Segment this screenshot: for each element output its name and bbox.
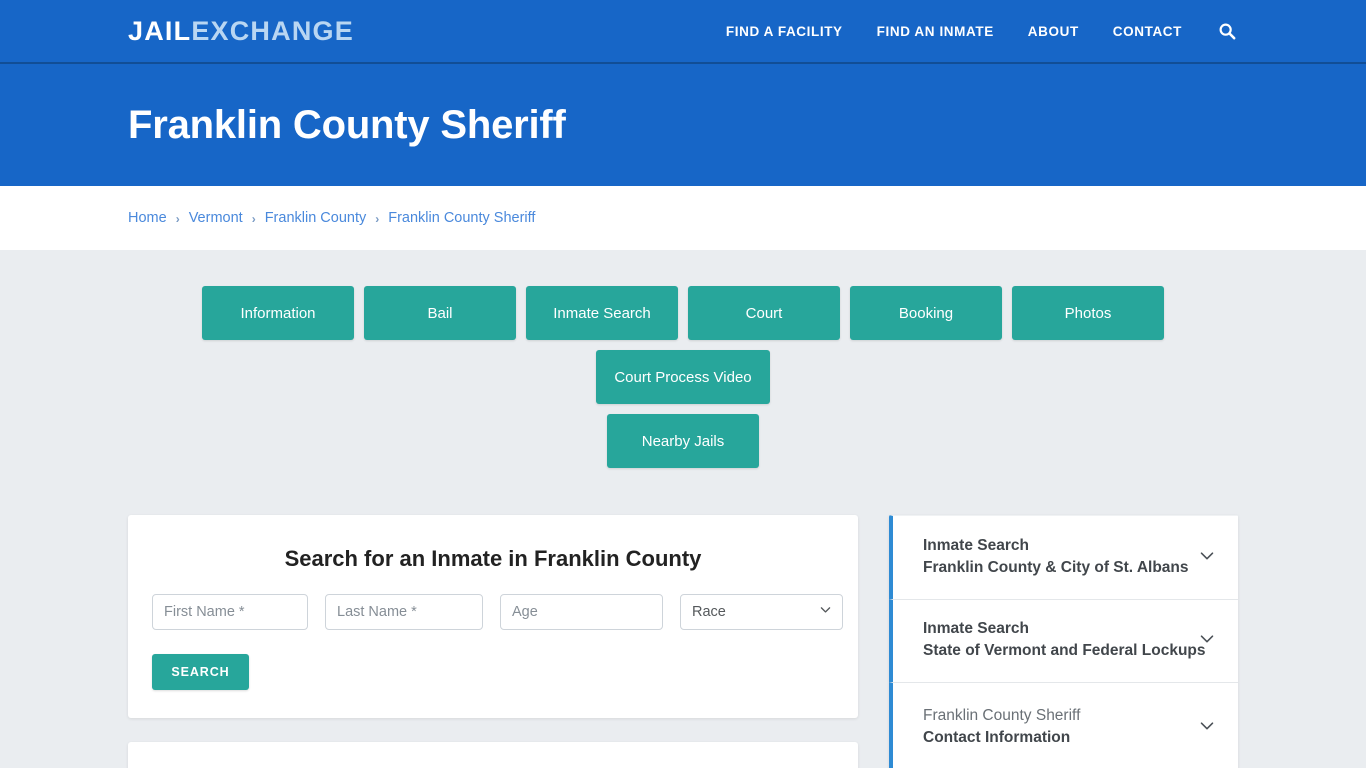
breadcrumb-item-home[interactable]: Home: [128, 210, 167, 226]
inmate-search-card: Search for an Inmate in Franklin County …: [128, 515, 858, 718]
breadcrumb-item-franklin-county[interactable]: Franklin County: [265, 210, 367, 226]
section-tabs-row-2: Nearby Jails: [128, 414, 1238, 468]
tab-nearby-jails[interactable]: Nearby Jails: [607, 414, 759, 468]
nav-item-find-an-inmate[interactable]: FIND AN INMATE: [877, 24, 994, 39]
first-name-input[interactable]: [152, 594, 308, 630]
site-logo[interactable]: JAILEXCHANGE: [128, 15, 354, 46]
section-tabs: Information Bail Inmate Search Court Boo…: [128, 286, 1238, 404]
breadcrumb-separator-icon: ›: [375, 212, 380, 226]
nav-item-find-a-facility[interactable]: FIND A FACILITY: [726, 24, 843, 39]
search-icon[interactable]: [1216, 20, 1238, 42]
nav-item-contact[interactable]: CONTACT: [1113, 24, 1182, 39]
page-body: Information Bail Inmate Search Court Boo…: [0, 250, 1366, 768]
tab-photos[interactable]: Photos: [1012, 286, 1164, 340]
race-select[interactable]: Race: [680, 594, 843, 630]
tab-court[interactable]: Court: [688, 286, 840, 340]
tab-court-process-video[interactable]: Court Process Video: [596, 350, 770, 404]
facility-information-card: Franklin County Sheriff Information Beca…: [128, 742, 858, 768]
chevron-down-icon[interactable]: [1196, 628, 1218, 655]
main-column: Search for an Inmate in Franklin County …: [128, 515, 858, 768]
accordion-subtitle: Franklin County & City of St. Albans: [923, 559, 1189, 576]
last-name-input[interactable]: [325, 594, 483, 630]
page-title-band: Franklin County Sheriff: [0, 64, 1366, 186]
main-navigation: FIND A FACILITY FIND AN INMATE ABOUT CON…: [726, 20, 1238, 42]
breadcrumb: Home › Vermont › Franklin County › Frank…: [128, 210, 535, 226]
tab-inmate-search[interactable]: Inmate Search: [526, 286, 678, 340]
breadcrumb-item-current: Franklin County Sheriff: [388, 210, 536, 226]
tab-bail[interactable]: Bail: [364, 286, 516, 340]
accordion-title: Franklin County Sheriff: [923, 707, 1081, 724]
accordion-item-inmate-search-state[interactable]: Inmate Search State of Vermont and Feder…: [889, 600, 1238, 683]
inmate-search-fields: Race: [152, 594, 843, 630]
race-select-wrapper: Race: [680, 594, 843, 630]
breadcrumb-separator-icon: ›: [251, 212, 256, 226]
accordion-title: Inmate Search: [923, 537, 1029, 554]
inmate-search-heading: Search for an Inmate in Franklin County: [284, 546, 702, 571]
accordion-item-contact-information[interactable]: Franklin County Sheriff Contact Informat…: [889, 683, 1238, 768]
nav-item-about[interactable]: ABOUT: [1028, 24, 1079, 39]
age-input[interactable]: [500, 594, 663, 630]
breadcrumb-separator-icon: ›: [175, 212, 180, 226]
tab-information[interactable]: Information: [202, 286, 354, 340]
chevron-down-icon[interactable]: [1196, 715, 1218, 742]
logo-text-jail: JAIL: [128, 15, 192, 46]
sidebar-accordion: Inmate Search Franklin County & City of …: [889, 515, 1238, 768]
search-submit-button[interactable]: SEARCH: [152, 654, 249, 690]
tab-booking[interactable]: Booking: [850, 286, 1002, 340]
site-header: JAILEXCHANGE FIND A FACILITY FIND AN INM…: [0, 0, 1366, 64]
accordion-title: Inmate Search: [923, 620, 1029, 637]
content-columns: Search for an Inmate in Franklin County …: [128, 515, 1238, 768]
accordion-subtitle: Contact Information: [923, 729, 1071, 746]
page-title: Franklin County Sheriff: [128, 102, 566, 147]
chevron-down-icon[interactable]: [1196, 544, 1218, 571]
breadcrumb-band: Home › Vermont › Franklin County › Frank…: [0, 186, 1366, 250]
logo-text-exchange: EXCHANGE: [191, 15, 354, 46]
accordion-item-inmate-search-county[interactable]: Inmate Search Franklin County & City of …: [889, 515, 1238, 600]
breadcrumb-item-vermont[interactable]: Vermont: [189, 210, 243, 226]
accordion-subtitle: State of Vermont and Federal Lockups: [923, 642, 1206, 659]
sidebar: Inmate Search Franklin County & City of …: [889, 515, 1238, 768]
